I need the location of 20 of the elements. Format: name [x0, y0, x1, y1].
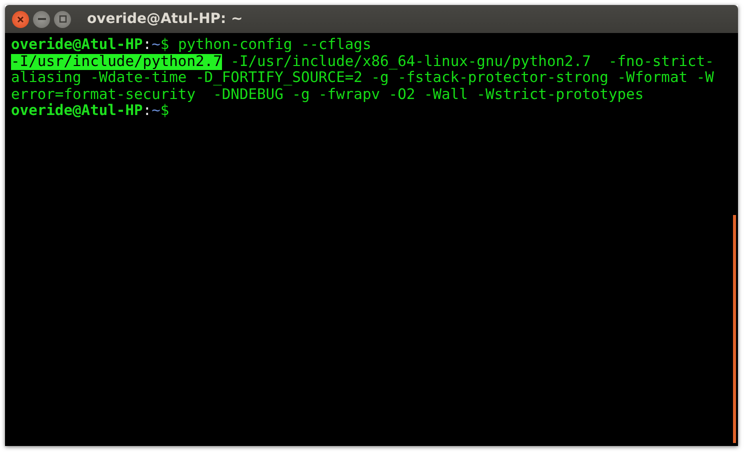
minimize-icon — [38, 18, 46, 20]
minimize-button[interactable] — [33, 10, 50, 28]
prompt-user: overide@Atul-HP — [11, 103, 143, 120]
close-icon — [17, 16, 24, 22]
prompt-separator: : — [142, 103, 152, 120]
prompt-path: ~ — [152, 103, 160, 120]
scrollbar[interactable] — [733, 215, 736, 443]
prompt-path: ~ — [152, 37, 160, 54]
window-title: overide@Atul-HP: ~ — [87, 11, 243, 27]
command-text: $ python-config --cflags — [160, 37, 372, 54]
close-button[interactable] — [12, 10, 29, 28]
prompt-user: overide@Atul-HP — [11, 37, 143, 54]
prompt-separator: : — [142, 37, 152, 54]
selected-text: -I/usr/include/python2.7 — [11, 54, 222, 70]
maximize-icon — [58, 15, 66, 23]
command-text: $ — [160, 103, 170, 120]
output-text: aliasing -Wdate-time -D_FORTIFY_SOURCE=2 -g -fstack-protector-strong -Wformat -W — [11, 70, 714, 86]
output-text: error=format-security -DNDEBUG -g -fwrapv -O2 -Wall -Wstrict-prototypes — [11, 86, 644, 103]
output-text: -I/usr/include/x86_64-linux-gnu/python2.7 -fno-strict- — [230, 54, 714, 70]
maximize-button[interactable] — [54, 10, 71, 28]
